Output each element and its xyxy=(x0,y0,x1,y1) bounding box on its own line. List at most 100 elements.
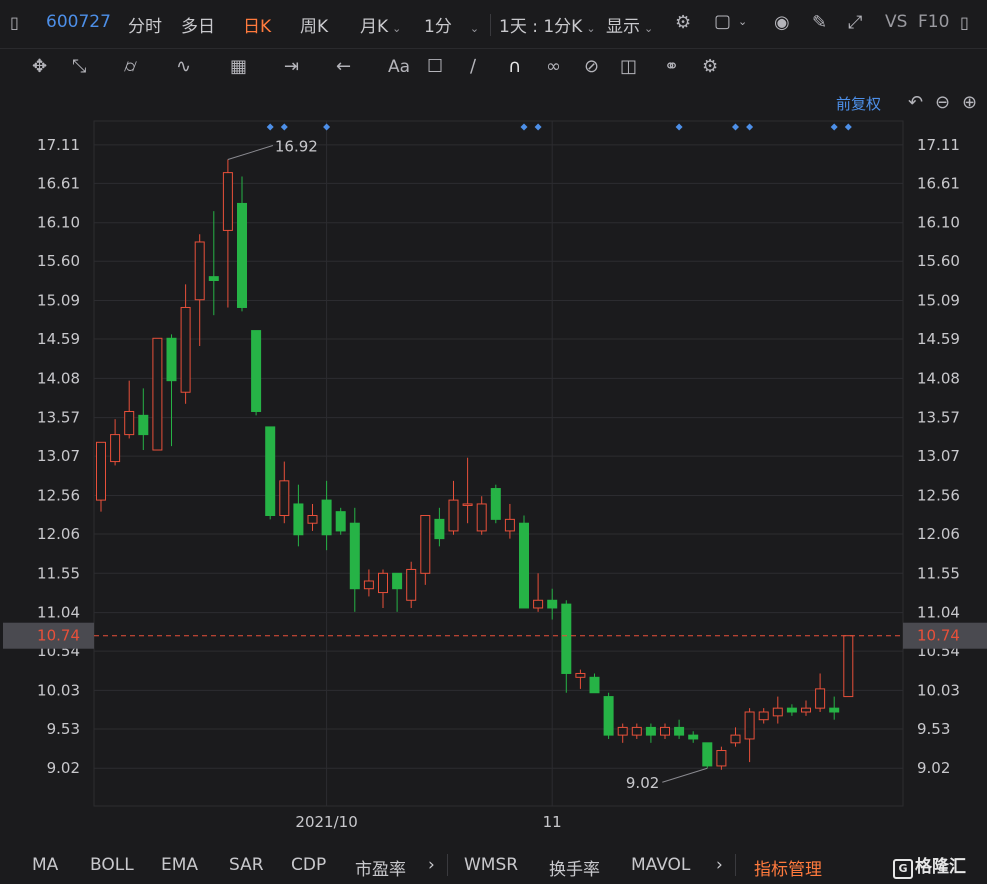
top-toolbar: ▯ 600727 分时 多日 日K 周K 月K ⌄ 1分 ⌄ 1天 : 1分K ⌄ 显… xyxy=(0,0,987,48)
candle-down xyxy=(434,518,445,540)
candle-down xyxy=(490,488,501,520)
candle-up xyxy=(406,568,417,601)
chevron-right-icon[interactable]: › xyxy=(716,855,723,875)
camera-icon[interactable]: ◉ xyxy=(774,13,790,33)
window-icon[interactable]: ▯ xyxy=(960,13,969,33)
tab-multi-day[interactable]: 多日 xyxy=(181,12,215,37)
display-select[interactable]: 显示 ⌄ xyxy=(606,12,653,37)
y-tick-label-right: 13.57 xyxy=(917,409,960,427)
tab-ema[interactable]: EMA xyxy=(161,855,198,875)
tab-mavol[interactable]: MAVOL xyxy=(631,855,690,875)
chevron-down-icon: ⌄ xyxy=(586,22,596,35)
move-cross-icon[interactable]: ✥ xyxy=(32,57,47,77)
y-tick-label-left: 13.07 xyxy=(37,447,80,465)
pencil-icon[interactable]: ✎ xyxy=(812,13,827,33)
stock-symbol[interactable]: 600727 xyxy=(46,12,111,32)
tab-boll[interactable]: BOLL xyxy=(90,855,134,875)
y-tick-label-left: 15.09 xyxy=(37,292,80,310)
tab-wmsr[interactable]: WMSR xyxy=(464,855,518,875)
overlay-circles-icon[interactable]: ⚭ xyxy=(664,57,679,77)
tab-pe-ratio[interactable]: 市盈率 xyxy=(355,855,406,880)
event-marker xyxy=(844,123,852,131)
event-marker xyxy=(266,123,274,131)
lock-link-icon[interactable]: ∞ xyxy=(546,57,561,77)
fibonacci-tool-icon[interactable]: ▦ xyxy=(230,57,247,77)
f10-button[interactable]: F10 xyxy=(918,12,949,32)
tabs-divider xyxy=(447,854,448,876)
vs-compare-button[interactable]: VS xyxy=(885,12,907,32)
y-tick-label-left: 13.57 xyxy=(37,409,80,427)
y-tick-label-left: 16.10 xyxy=(37,214,80,232)
candle-down xyxy=(166,337,177,382)
candle-down xyxy=(702,742,713,767)
candle-up xyxy=(801,707,811,713)
tab-monthly-k[interactable]: 月K ⌄ xyxy=(360,12,401,37)
candle-down xyxy=(321,499,332,536)
settings-gear-icon[interactable]: ⚙ xyxy=(675,13,691,33)
zigzag-tool-icon[interactable]: ∿ xyxy=(176,57,191,77)
candle-up xyxy=(617,726,628,736)
chevron-down-icon[interactable]: ⌄ xyxy=(738,12,747,32)
panel-toggle-icon[interactable]: ▯ xyxy=(10,13,19,33)
event-marker xyxy=(534,123,542,131)
tab-ma[interactable]: MA xyxy=(32,855,58,875)
y-tick-label-right: 9.02 xyxy=(917,759,950,777)
candle-down xyxy=(786,707,797,713)
tab-cdp[interactable]: CDP xyxy=(291,855,326,875)
current-price-label-left: 10.74 xyxy=(37,627,80,645)
y-tick-label-left: 12.56 xyxy=(37,486,80,504)
brush-icon[interactable]: ∕ xyxy=(470,57,476,77)
layout-square-icon[interactable]: ▢ xyxy=(714,12,731,32)
x-tick-label: 2021/10 xyxy=(295,813,357,831)
chevron-right-icon[interactable]: › xyxy=(428,855,435,875)
y-tick-label-right: 9.53 xyxy=(917,720,950,738)
candle-up xyxy=(462,503,473,506)
minute-select[interactable]: 1分 ⌄ xyxy=(424,12,479,37)
trend-line-icon[interactable]: ⤡ xyxy=(72,57,86,77)
event-marker xyxy=(830,123,838,131)
candle-up xyxy=(124,410,135,436)
high-annotation-label: 16.92 xyxy=(275,138,318,156)
candle-down xyxy=(674,726,685,736)
tab-indicator-manage[interactable]: 指标管理 xyxy=(754,855,822,880)
candle-down xyxy=(335,511,346,532)
event-marker xyxy=(746,123,754,131)
y-tick-label-right: 13.07 xyxy=(917,447,960,465)
arrow-left-icon[interactable]: ← xyxy=(336,57,351,77)
tab-turnover[interactable]: 换手率 xyxy=(549,855,600,880)
chevron-down-icon: ⌄ xyxy=(392,22,402,35)
channel-tool-icon[interactable]: ⌭ xyxy=(124,57,137,77)
toolbar-divider xyxy=(490,14,491,36)
candle-down xyxy=(392,572,403,590)
candle-down xyxy=(237,202,247,308)
y-tick-label-right: 15.09 xyxy=(917,292,960,310)
y-tick-label-left: 14.59 xyxy=(37,330,80,348)
candle-down xyxy=(688,734,699,740)
trash-icon[interactable]: ◫ xyxy=(620,57,637,77)
candle-down xyxy=(589,676,600,694)
candle-up xyxy=(307,515,318,524)
tab-weekly-k[interactable]: 周K xyxy=(300,12,328,37)
candle-up xyxy=(152,337,163,451)
candlestick-chart[interactable]: 17.11 17.11 16.61 16.61 16.10 16.10 15.60 15.60… xyxy=(0,86,987,846)
y-tick-label-right: 12.56 xyxy=(917,486,960,504)
candles xyxy=(96,123,854,770)
candle-up xyxy=(744,711,755,740)
drawing-settings-gear-icon[interactable]: ⚙ xyxy=(702,57,718,77)
y-tick-label-left: 12.06 xyxy=(37,525,80,543)
candle-down xyxy=(519,522,529,609)
hide-drawings-icon[interactable]: ⊘ xyxy=(584,57,599,77)
candle-up xyxy=(378,572,388,594)
candle-up xyxy=(730,734,741,744)
tab-daily-k[interactable]: 日K xyxy=(243,12,271,37)
tab-sar[interactable]: SAR xyxy=(229,855,264,875)
tab-intraday[interactable]: 分时 xyxy=(128,12,162,37)
range-select[interactable]: 1天 : 1分K ⌄ xyxy=(499,12,596,37)
expand-icon[interactable]: ⤢ xyxy=(848,13,862,33)
logo-mark-icon: G xyxy=(893,859,913,879)
measure-tool-icon[interactable]: ⇥ xyxy=(284,57,299,77)
magnet-icon[interactable]: ∩ xyxy=(508,57,521,77)
comment-icon[interactable]: ☐ xyxy=(427,57,443,77)
text-tool-icon[interactable]: Aa xyxy=(388,57,410,77)
candle-down xyxy=(251,330,262,412)
